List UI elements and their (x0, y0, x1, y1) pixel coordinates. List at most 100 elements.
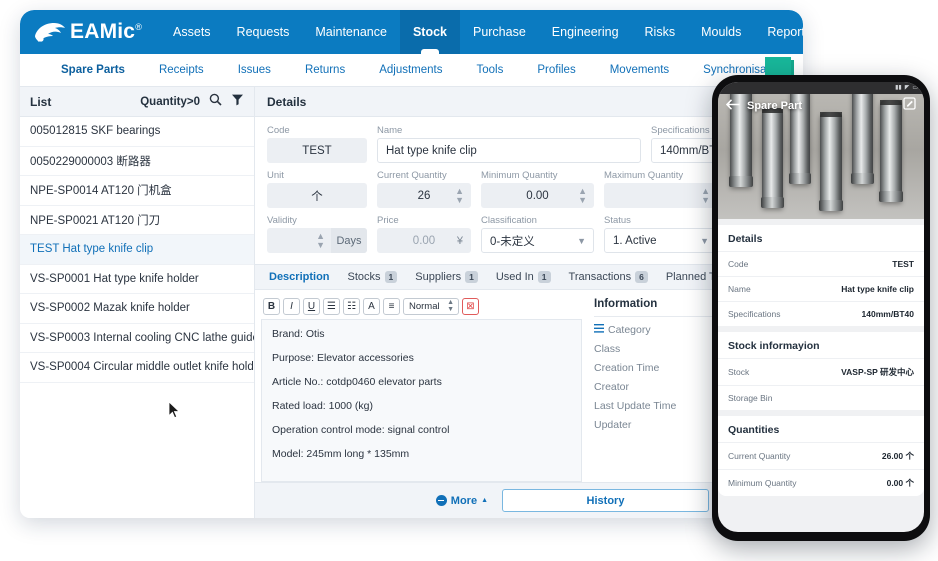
bold-icon[interactable]: B (263, 298, 280, 315)
tab-label: Transactions (568, 271, 632, 283)
underline-icon[interactable]: U (303, 298, 320, 315)
current-quantity-input[interactable]: 26 ▲ ▼ (377, 183, 471, 208)
topnav-item-requests[interactable]: Requests (224, 10, 303, 54)
caret-up-icon: ▲ (481, 497, 488, 504)
list-item[interactable]: TEST Hat type knife clip (20, 235, 254, 265)
current-quantity-stepper[interactable]: ▲ ▼ (455, 186, 464, 205)
stepper-icon: ▲ ▼ (447, 298, 454, 313)
topnav-item-stock[interactable]: Stock (399, 10, 460, 54)
description-paragraph: Article No.: cotdp0460 elevator parts (272, 376, 442, 388)
phone-row[interactable]: Stock VASP-SP 研发中心 (718, 358, 924, 385)
phone-row[interactable]: Code TEST (718, 251, 924, 276)
italic-icon[interactable]: I (283, 298, 300, 315)
align-icon[interactable]: ≡ (383, 298, 400, 315)
price-label: Price (377, 215, 399, 226)
phone-stock-title: Stock informayion (728, 340, 820, 352)
validity-stepper[interactable]: ▲ ▼ (316, 231, 325, 250)
more-button[interactable]: More ▲ (435, 494, 488, 507)
current-quantity-label: Current Quantity (377, 170, 447, 181)
numbered-list-icon[interactable]: ☷ (343, 298, 360, 315)
phone-row[interactable]: Storage Bin (718, 385, 924, 410)
phone-row-value: VASP-SP 研发中心 (841, 367, 914, 377)
topnav-item-maintenance[interactable]: Maintenance (302, 10, 400, 54)
category-label: Category (608, 324, 651, 336)
tab-suppliers[interactable]: Suppliers 1 (415, 270, 478, 284)
tab-used-in[interactable]: Used In 1 (496, 270, 551, 284)
field-minimum-quantity: Minimum Quantity 0.00 ▲ ▼ (481, 170, 594, 208)
unit-input[interactable]: 个 (267, 183, 367, 208)
font-color-icon[interactable]: A (363, 298, 380, 315)
more-label: More (450, 494, 478, 507)
description-paragraph: Purpose: Elevator accessories (272, 352, 414, 364)
topnav-item-risks[interactable]: Risks (632, 10, 689, 54)
screenshot-root: EAMic® Assets Requests Maintenance Stock Pur… (0, 0, 938, 561)
filter-icon[interactable] (231, 93, 244, 111)
field-name: Name Hat type knife clip (377, 125, 641, 163)
bullet-list-icon[interactable]: ☰ (323, 298, 340, 315)
name-input[interactable]: Hat type knife clip (377, 138, 641, 163)
minimum-quantity-input[interactable]: 0.00 ▲ ▼ (481, 183, 594, 208)
description-document[interactable]: Brand: Otis Purpose: Elevator accessories… (261, 319, 582, 482)
phone-row[interactable]: Specifications 140mm/BT40 (718, 301, 924, 326)
list-item[interactable]: 005012815 SKF bearings (20, 117, 254, 147)
clear-format-icon[interactable]: ⊠ (462, 298, 479, 315)
price-input[interactable]: 0.00 ¥ (377, 228, 471, 253)
topnav-item-purchase[interactable]: Purchase (460, 10, 539, 54)
topnav-item-moulds[interactable]: Moulds (688, 10, 754, 54)
quantity-filter-label[interactable]: Quantity>0 (140, 96, 200, 108)
phone-row[interactable]: Name Hat type knife clip (718, 276, 924, 301)
subnav-item-spare-parts[interactable]: Spare Parts (44, 64, 142, 76)
price-currency: ¥ (456, 234, 463, 247)
subnav-item-issues[interactable]: Issues (221, 64, 288, 76)
tab-stocks[interactable]: Stocks 1 (348, 270, 398, 284)
subnav-item-movements[interactable]: Movements (593, 64, 686, 76)
phone-row[interactable]: Minimum Quantity 0.00 个 (718, 469, 924, 496)
maximum-quantity-input[interactable]: ▲ ▼ (604, 183, 717, 208)
code-input[interactable]: TEST (267, 138, 367, 163)
classification-select[interactable]: 0-未定义 ▼ (481, 228, 594, 253)
phone-status-bar: ▮▮ ◤ ▭ (718, 82, 924, 94)
description-paragraph: Model: 245mm long * 135mm (272, 448, 410, 460)
topnav-item-assets[interactable]: Assets (160, 10, 224, 54)
phone-stock-rows: Stock VASP-SP 研发中心 Storage Bin (718, 358, 924, 410)
list-item[interactable]: VS-SP0003 Internal cooling CNC lathe gui… (20, 324, 254, 353)
phone-quantities-title: Quantities (728, 424, 780, 436)
chevron-down-icon: ▼ (577, 235, 586, 246)
subnav-item-profiles[interactable]: Profiles (520, 64, 592, 76)
text-style-select[interactable]: Normal ▲ ▼ (403, 298, 459, 315)
back-arrow-icon[interactable] (725, 97, 740, 115)
minimum-quantity-stepper[interactable]: ▲ ▼ (578, 186, 587, 205)
subnav-item-adjustments[interactable]: Adjustments (362, 64, 459, 76)
app-logo[interactable]: EAMic® (32, 19, 142, 45)
history-button[interactable]: History (502, 489, 709, 512)
edit-icon[interactable] (903, 97, 916, 115)
tab-description[interactable]: Description (269, 271, 330, 283)
subnav-item-receipts[interactable]: Receipts (142, 64, 221, 76)
spare-parts-list-pane: List Quantity>0 005012815 SKF bearings 00… (20, 87, 255, 518)
phone-row[interactable]: Current Quantity 26.00 个 (718, 442, 924, 469)
subnav-item-tools[interactable]: Tools (460, 64, 521, 76)
list-item[interactable]: NPE-SP0014 AT120 门机盒 (20, 176, 254, 206)
list-item[interactable]: 0050229000003 断路器 (20, 147, 254, 176)
topnav-item-reports[interactable]: Reports (754, 10, 803, 54)
topnav-item-engineering[interactable]: Engineering (539, 10, 632, 54)
description-paragraph: Rated load: 1000 (kg) (272, 400, 373, 412)
phone-row-key: Current Quantity (728, 451, 791, 461)
phone-details-card: Details Code TEST Name Hat type knife clip S… (718, 225, 924, 326)
subnav-item-returns[interactable]: Returns (288, 64, 362, 76)
search-icon[interactable] (209, 93, 222, 111)
validity-input[interactable]: ▲ ▼ Days (267, 228, 367, 253)
status-value: 1. Active (613, 234, 657, 247)
maximum-quantity-stepper[interactable]: ▲ ▼ (701, 186, 710, 205)
tab-label: Suppliers (415, 271, 462, 283)
text-style-value: Normal (409, 301, 440, 312)
list-item[interactable]: VS-SP0001 Hat type knife holder (20, 265, 254, 294)
status-select[interactable]: 1. Active ▼ (604, 228, 717, 253)
tab-transactions[interactable]: Transactions 6 (568, 270, 648, 284)
field-classification: Classification 0-未定义 ▼ (481, 215, 594, 253)
phone-screen: ▮▮ ◤ ▭ Spare Part Details Code TEST Name… (718, 82, 924, 532)
phone-page-title: Spare Part (747, 100, 803, 112)
list-item[interactable]: VS-SP0002 Mazak knife holder (20, 294, 254, 324)
list-item[interactable]: NPE-SP0021 AT120 门刀 (20, 206, 254, 235)
list-item[interactable]: VS-SP0004 Circular middle outlet knife h… (20, 353, 254, 383)
